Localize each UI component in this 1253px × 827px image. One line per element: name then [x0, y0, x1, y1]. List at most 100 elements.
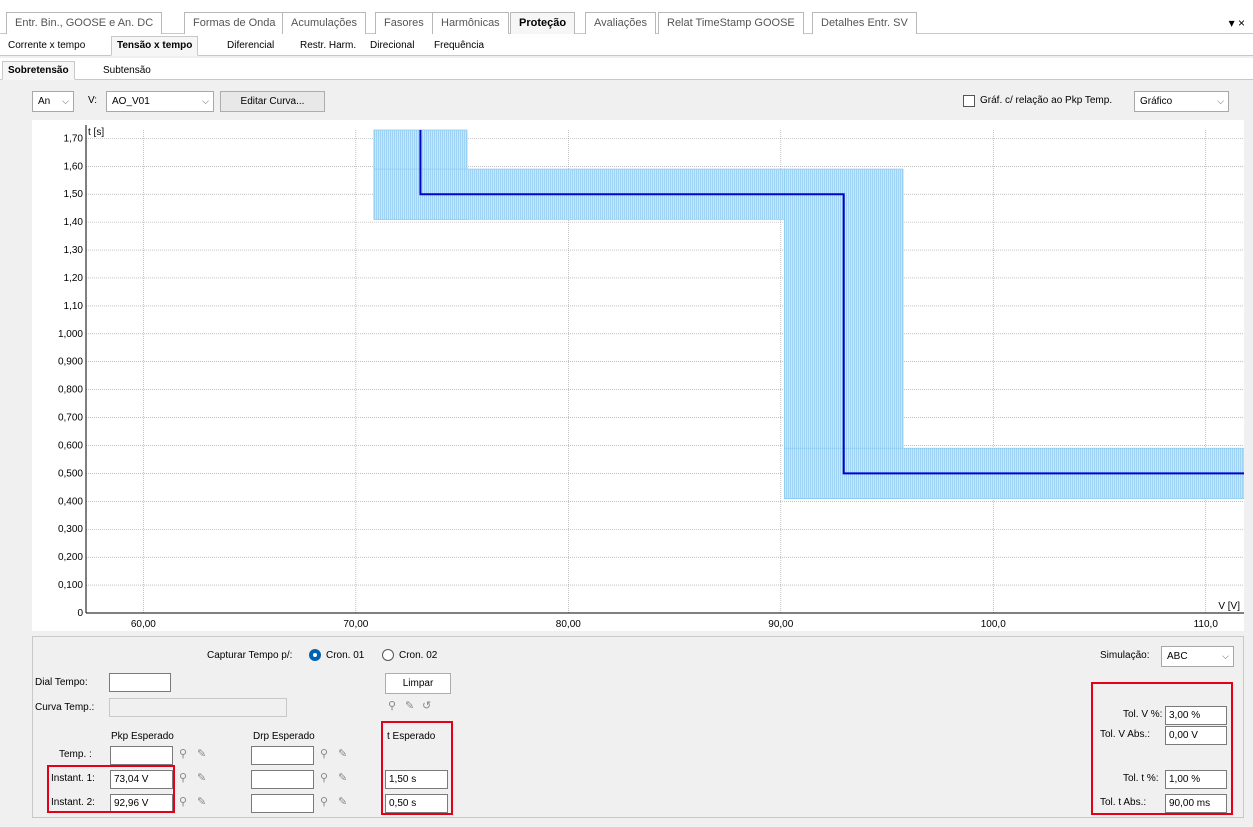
y-tick-label: 0,800 [58, 385, 83, 396]
chevron-down-icon: ⌵ [202, 96, 209, 106]
y-tick-label: 0,300 [58, 524, 83, 535]
channel-type-value: An [38, 96, 51, 107]
chart-svg: 0 0,100 0,200 0,300 0,400 0,500 0,600 0,700 0,80… [58, 125, 1245, 630]
y-tick-label: 0,600 [58, 440, 83, 451]
brush-icon[interactable]: ✎ [338, 771, 347, 784]
brush-icon[interactable]: ✎ [338, 747, 347, 760]
tab-sobretensao[interactable]: Sobretensão [2, 61, 75, 80]
dial-time-input[interactable] [109, 673, 171, 692]
tol-t-pct-input[interactable]: 1,00 % [1165, 770, 1227, 789]
x-tick-label: 80,00 [556, 619, 581, 630]
cron1-label: Cron. 01 [326, 650, 365, 661]
main-tab-strip: Entr. Bin., GOOSE e An. DC Formas de Ond… [0, 0, 1253, 34]
pick-icon[interactable]: ⚲ [320, 771, 328, 784]
close-icon[interactable]: × [1238, 16, 1245, 30]
mode-tabs: Sobretensão Subtensão [0, 58, 1253, 80]
brush-icon[interactable]: ✎ [197, 747, 206, 760]
pick-icon[interactable]: ⚲ [179, 747, 187, 760]
y-tick-label: 1,50 [64, 189, 84, 200]
tol-t-abs-input[interactable]: 90,00 ms [1165, 794, 1227, 813]
chevron-down-icon: ⌵ [62, 96, 69, 106]
y-tick-label: 1,40 [64, 217, 84, 228]
y-tick-label: 1,000 [58, 329, 83, 340]
temp-row-label: Temp. : [59, 749, 92, 760]
y-tick-label: 1,70 [64, 133, 84, 144]
tab-subtensao[interactable]: Subtensão [97, 61, 157, 80]
undo-icon[interactable]: ↺ [422, 699, 431, 712]
tol-v-abs-input[interactable]: 0,00 V [1165, 726, 1227, 745]
tol-t-abs-label: Tol. t Abs.: [1100, 797, 1147, 808]
tol-t-pct-label: Tol. t %: [1123, 773, 1159, 784]
highlight-t-expected [381, 721, 453, 815]
tol-v-abs-label: Tol. V Abs.: [1100, 729, 1151, 740]
instant1-drp-input[interactable] [251, 770, 314, 789]
tab-formas-de-onda[interactable]: Formas de Onda [184, 12, 285, 34]
tab-diferencial[interactable]: Diferencial [221, 36, 280, 56]
y-tick-label: 0 [77, 608, 83, 619]
temp-pkp-input[interactable] [110, 746, 173, 765]
tab-detalhes-entr-sv[interactable]: Detalhes Entr. SV [812, 12, 917, 34]
pick-icon[interactable]: ⚲ [179, 795, 187, 808]
pick-icon[interactable]: ⚲ [179, 771, 187, 784]
y-tick-label: 0,400 [58, 496, 83, 507]
tab-harmonicas[interactable]: Harmônicas [432, 12, 509, 34]
y-tick-label: 0,900 [58, 357, 83, 368]
clear-button[interactable]: Limpar [385, 673, 451, 694]
y-tick-label: 1,10 [64, 301, 84, 312]
simulation-value: ABC [1167, 651, 1188, 662]
tab-corrente-x-tempo[interactable]: Corrente x tempo [2, 36, 91, 56]
tab-restr-harm[interactable]: Restr. Harm. [294, 36, 362, 56]
y-axis-label: t [s] [88, 127, 104, 138]
v-label: V: [88, 95, 98, 106]
curve-time-input [109, 698, 287, 717]
capture-time-label: Capturar Tempo p/: [207, 650, 293, 661]
tab-direcional[interactable]: Direcional [364, 36, 420, 56]
tab-avaliacoes[interactable]: Avaliações [585, 12, 656, 34]
channel-type-select[interactable]: An ⌵ [32, 91, 74, 112]
y-tick-label: 0,100 [58, 580, 83, 591]
brush-icon[interactable]: ✎ [197, 795, 206, 808]
simulation-select[interactable]: ABC ⌵ [1161, 646, 1234, 667]
brush-icon[interactable]: ✎ [338, 795, 347, 808]
x-tick-label: 60,00 [131, 619, 156, 630]
tab-tensao-x-tempo[interactable]: Tensão x tempo [111, 36, 199, 56]
y-tick-label: 0,500 [58, 468, 83, 479]
cron1-radio[interactable] [309, 649, 321, 661]
y-tick-label: 0,200 [58, 552, 83, 563]
brush-icon[interactable]: ✎ [197, 771, 206, 784]
tab-acumulacoes[interactable]: Acumulações [282, 12, 367, 34]
tab-relat-timestamp-goose[interactable]: Relat TimeStamp GOOSE [658, 12, 804, 34]
pkp-relation-label: Gráf. c/ relação ao Pkp Temp. [980, 95, 1113, 106]
brush-icon[interactable]: ✎ [405, 699, 414, 712]
tab-dropdown-icon[interactable]: ▾ [1229, 16, 1235, 30]
tab-protecao[interactable]: Proteção [510, 12, 576, 34]
y-tick-label: 0,700 [58, 413, 83, 424]
tab-frequencia[interactable]: Frequência [428, 36, 490, 56]
tab-controls: ▾ × [1229, 16, 1245, 30]
x-axis-label: V [V] [1218, 601, 1240, 612]
tab-fasores[interactable]: Fasores [375, 12, 433, 34]
tol-v-pct-input[interactable]: 3,00 % [1165, 706, 1227, 725]
curve-time-label: Curva Temp.: [35, 702, 95, 713]
chart-toolbar: An ⌵ V: AO_V01 ⌵ Editar Curva... Gráf. c… [0, 80, 1253, 120]
temp-drp-input[interactable] [251, 746, 314, 765]
view-mode-select[interactable]: Gráfico ⌵ [1134, 91, 1229, 112]
y-tick-label: 1,60 [64, 161, 84, 172]
v-channel-select[interactable]: AO_V01 ⌵ [106, 91, 214, 112]
protection-sub-tabs: Corrente x tempo Tensão x tempo Diferenc… [0, 34, 1253, 56]
pick-icon[interactable]: ⚲ [320, 795, 328, 808]
x-tick-label: 110,0 [1194, 619, 1219, 630]
pkp-relation-checkbox[interactable] [963, 95, 975, 107]
instant2-drp-input[interactable] [251, 794, 314, 813]
v-channel-value: AO_V01 [112, 96, 150, 107]
voltage-time-chart: 0 0,100 0,200 0,300 0,400 0,500 0,600 0,700 0,80… [32, 120, 1245, 631]
tab-entr-bin[interactable]: Entr. Bin., GOOSE e An. DC [6, 12, 163, 34]
cron2-label: Cron. 02 [399, 650, 438, 661]
pick-icon[interactable]: ⚲ [320, 747, 328, 760]
edit-curve-button[interactable]: Editar Curva... [220, 91, 325, 112]
x-tick-label: 90,00 [768, 619, 793, 630]
cron2-radio[interactable] [382, 649, 394, 661]
pick-icon[interactable]: ⚲ [388, 699, 396, 712]
simulation-label: Simulação: [1100, 650, 1150, 661]
chevron-down-icon: ⌵ [1217, 96, 1224, 106]
